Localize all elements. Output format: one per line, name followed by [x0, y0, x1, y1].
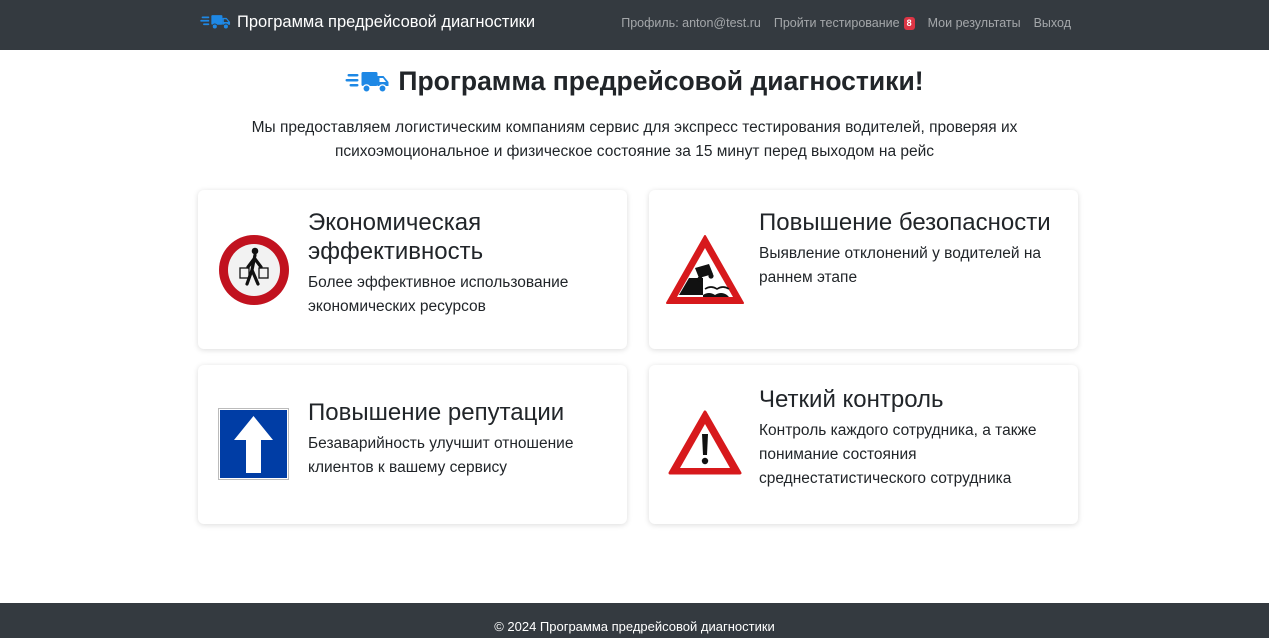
- nav-take-test-link[interactable]: Пройти тестирование 8: [774, 16, 915, 30]
- feature-description: Контроль каждого сотрудника, а также пон…: [759, 422, 1037, 487]
- brand-title: Программа предрейсовой диагностики: [237, 12, 536, 31]
- feature-description: Безаварийность улучшит отношение клиенто…: [308, 435, 574, 476]
- footer-copyright: © 2024 Программа предрейсовой диагностик…: [494, 619, 775, 634]
- feature-card-reputation: Повышение репутации Безаварийность улучш…: [198, 365, 627, 524]
- brand-link[interactable]: Программа предрейсовой диагностики: [200, 0, 535, 44]
- top-navbar: Программа предрейсовой диагностики Профи…: [0, 0, 1269, 50]
- nav-logout-link[interactable]: Выход: [1034, 16, 1071, 30]
- fast-truck-icon: [200, 15, 231, 30]
- hero-lead-text: Мы предоставляем логистическим компаниям…: [251, 119, 1018, 160]
- test-count-badge: 8: [903, 16, 915, 30]
- page-title: Программа предрейсовой диагностики!: [398, 66, 924, 96]
- feature-description: Более эффективное использование экономич…: [308, 274, 569, 315]
- nav-results-link[interactable]: Мои результаты: [928, 16, 1021, 30]
- no-pedestrians-sign-icon: [219, 235, 289, 305]
- exclamation-warning-sign-icon: [668, 410, 742, 475]
- feature-title: Повышение безопасности: [759, 209, 1051, 236]
- nav-take-test-label: Пройти тестирование: [773, 16, 900, 30]
- footer: © 2024 Программа предрейсовой диагностик…: [0, 603, 1269, 638]
- feature-card-control: Четкий контроль Контроль каждого сотрудн…: [649, 365, 1078, 524]
- feature-title: Экономическая эффективность: [308, 209, 484, 265]
- nav-links: Профиль: anton@test.ru Пройти тестирован…: [608, 0, 1071, 46]
- one-way-sign-icon: [218, 408, 289, 480]
- feature-description: Выявление отклонений у водителей на ранн…: [759, 245, 1042, 286]
- feature-card-safety: Повышение безопасности Выявление отклоне…: [649, 190, 1078, 349]
- feature-card-economy: Экономическая эффективность Более эффект…: [198, 190, 627, 349]
- quayside-warning-sign-icon: [666, 235, 744, 304]
- feature-title: Четкий контроль: [759, 386, 944, 413]
- hero-heading: Программа предрейсовой диагностики!: [0, 66, 1269, 97]
- fast-truck-icon: [345, 71, 389, 93]
- feature-title: Повышение репутации: [308, 399, 565, 426]
- nav-profile-link[interactable]: Профиль: anton@test.ru: [621, 16, 761, 30]
